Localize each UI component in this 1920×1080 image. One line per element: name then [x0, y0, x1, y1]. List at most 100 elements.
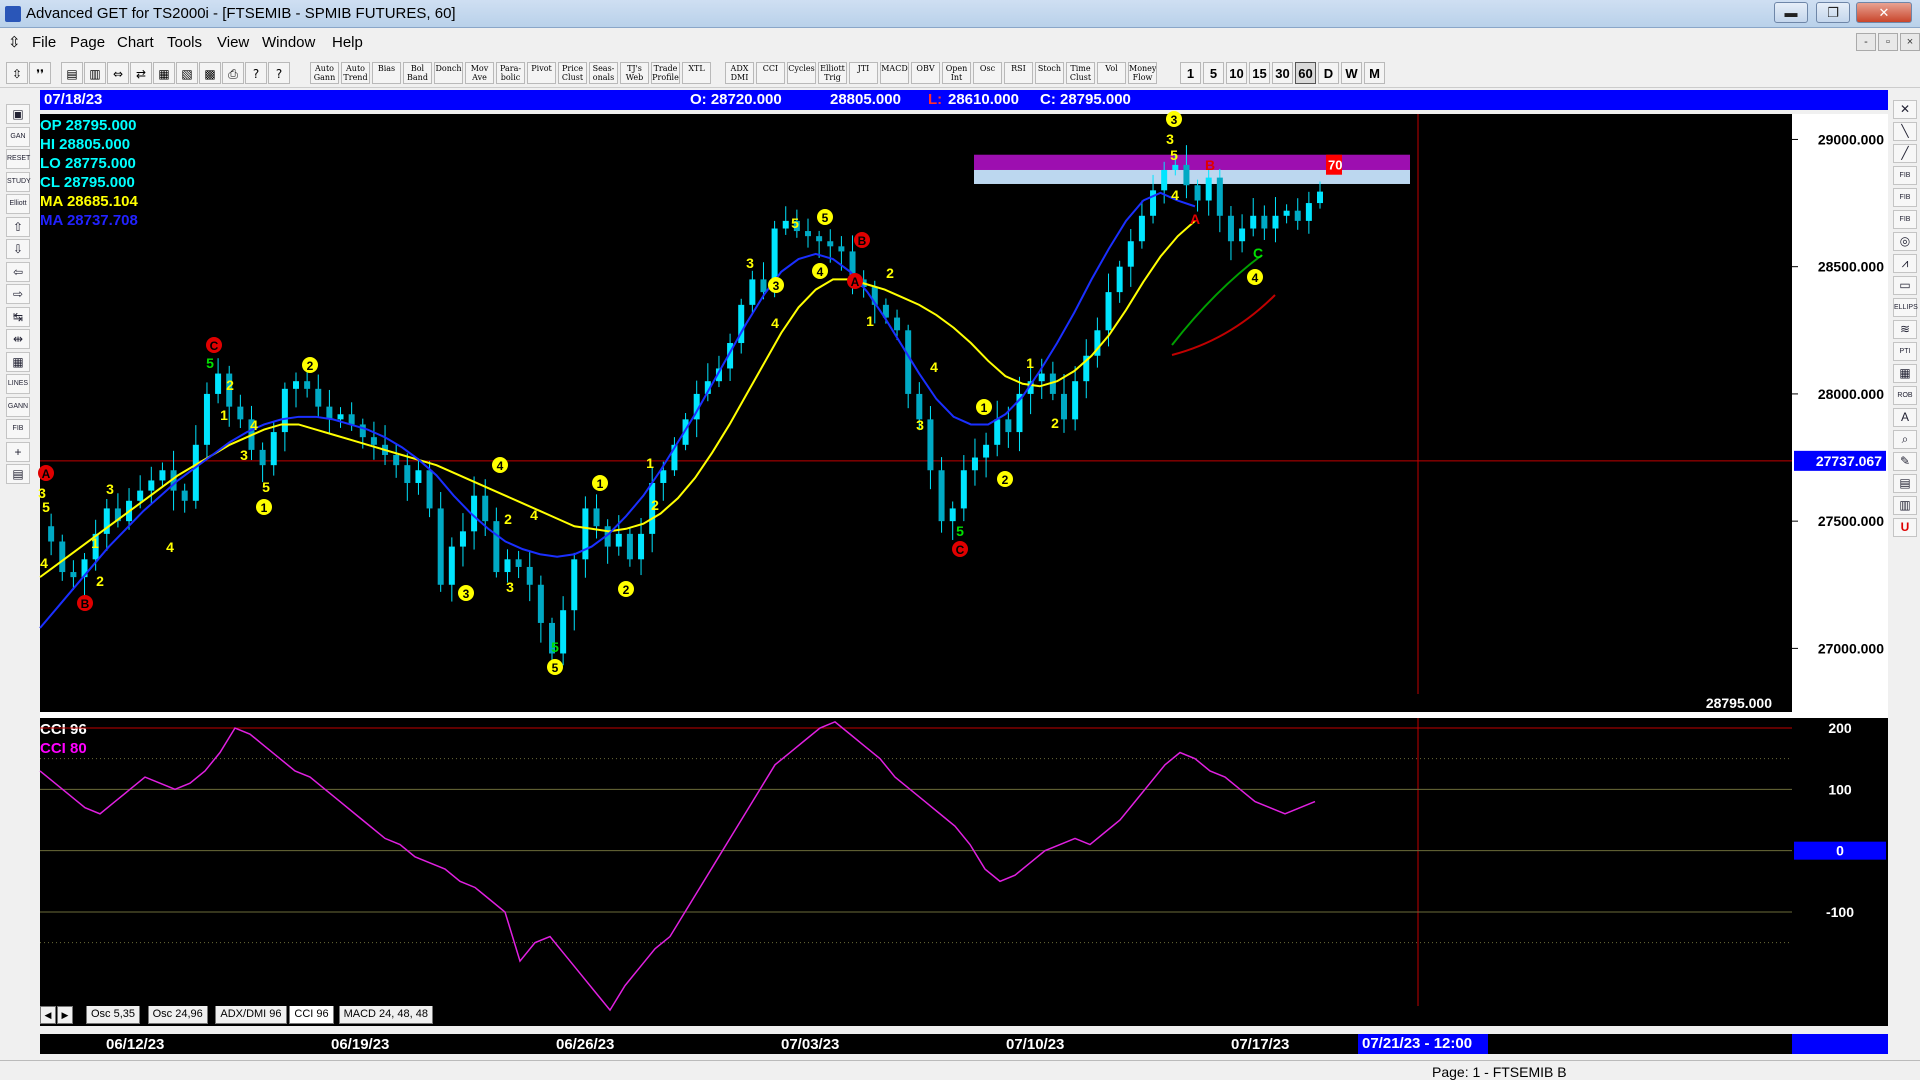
date-label-0: 06/12/23: [106, 1036, 165, 1053]
candle-body: [760, 279, 767, 293]
wave-label: 5: [42, 499, 50, 515]
candle-body: [1150, 190, 1157, 216]
wave-label: 5: [552, 661, 559, 675]
date-label-1: 06/19/23: [331, 1036, 390, 1053]
candle-body: [192, 444, 199, 501]
candle-body: [1061, 393, 1067, 420]
candle-body: [838, 246, 845, 252]
candle-body: [582, 508, 589, 560]
cci-panel-bg: [40, 718, 1792, 1026]
wave-label: 3: [773, 279, 780, 293]
wave-label: 5: [206, 355, 214, 371]
candle-body: [615, 533, 622, 547]
wave-label: 2: [651, 497, 659, 513]
cci-label-1: CCI 80: [40, 740, 87, 757]
study-tab-3[interactable]: CCI 96: [289, 1006, 334, 1024]
resistance-band-lower: [974, 169, 1410, 184]
study-tab-4[interactable]: MACD 24, 48, 48: [338, 1006, 433, 1024]
candle-body: [148, 480, 155, 491]
wave-label: C: [1253, 245, 1263, 261]
candle-body: [983, 444, 990, 458]
cci-tick-label: 100: [1828, 781, 1852, 797]
wave-label: 4: [1171, 187, 1179, 203]
date-axis-filler: [1792, 1034, 1888, 1054]
panel-divider: [40, 712, 1888, 718]
candle-body: [48, 526, 55, 542]
chart-canvas[interactable]: 70 A354B1234C5214351242 433551212335 54BA2…: [0, 0, 1920, 1060]
wave-label: 5: [791, 215, 799, 231]
study-tab-2[interactable]: ADX/DMI 96: [215, 1006, 287, 1024]
wave-label: 2: [1051, 415, 1059, 431]
candle-body: [816, 236, 823, 242]
status-bar: Page: 1 - FTSEMIB B: [0, 1060, 1920, 1080]
candle-body: [237, 406, 244, 420]
candle-body: [315, 388, 322, 407]
wave-label: 3: [506, 579, 514, 595]
candle-body: [515, 559, 522, 567]
candle-body: [203, 393, 210, 445]
wave-label: A: [851, 275, 860, 289]
candle-body: [994, 419, 1001, 445]
wave-label: 4: [817, 265, 824, 279]
wave-label: 1: [866, 313, 874, 329]
date-label-4: 07/10/23: [1006, 1036, 1065, 1053]
tab-prev-button[interactable]: ◀: [40, 1006, 56, 1024]
candle-body: [949, 508, 956, 522]
candle-body: [827, 241, 834, 247]
band-label: 70: [1328, 158, 1342, 173]
wave-label: 1: [91, 535, 99, 551]
candle-body: [1138, 215, 1145, 242]
wave-label: 2: [307, 359, 314, 373]
candle-body: [1294, 210, 1301, 221]
study-tab-1[interactable]: Osc 24,96: [147, 1006, 208, 1024]
wave-label: B: [858, 234, 867, 248]
candle-body: [1116, 266, 1123, 293]
wave-label: 2: [96, 573, 104, 589]
wave-label: 4: [250, 417, 258, 433]
price-axis-bg: [1792, 114, 1888, 712]
candle-body: [270, 432, 277, 466]
wave-label: 4: [497, 459, 504, 473]
candle-body: [571, 559, 578, 611]
candle-body: [905, 330, 912, 394]
wave-label: 3: [463, 587, 470, 601]
candle-body: [660, 470, 667, 483]
wave-label: 3: [106, 481, 114, 497]
tab-next-button[interactable]: ▶: [57, 1006, 73, 1024]
candle-body: [1305, 203, 1312, 221]
ohlc-label-3: CL 28795.000: [40, 174, 135, 191]
candle-body: [215, 373, 222, 394]
candle-body: [1216, 177, 1223, 216]
candle-body: [1038, 373, 1045, 382]
candle-body: [370, 437, 377, 445]
wave-label: 1: [220, 407, 228, 423]
date-label-5: 07/17/23: [1231, 1036, 1290, 1053]
candle-body: [181, 490, 188, 501]
date-label-3: 07/03/23: [781, 1036, 840, 1053]
cci-axis-bg: [1792, 718, 1888, 1026]
candle-body: [960, 470, 967, 509]
cursor-price-label: 27737.067: [1816, 453, 1882, 469]
candle-body: [1261, 215, 1268, 229]
candle-body: [1105, 292, 1112, 331]
cci-tick-label: 200: [1828, 720, 1852, 736]
candle-body: [1205, 177, 1212, 201]
candle-body: [1172, 164, 1179, 170]
candle-body: [749, 279, 756, 305]
candle-body: [159, 470, 166, 481]
candle-body: [1194, 185, 1201, 201]
price-tick-label: 27000.000: [1818, 640, 1884, 656]
study-tab-0[interactable]: Osc 5,35: [86, 1006, 141, 1024]
wave-label: 2: [886, 265, 894, 281]
cci-tick-label: -100: [1826, 904, 1854, 920]
wave-label: 4: [771, 315, 779, 331]
candle-body: [448, 546, 455, 585]
candle-body: [916, 393, 923, 420]
wave-label: 5: [1170, 147, 1178, 163]
wave-label: B: [81, 597, 90, 611]
candle-body: [493, 521, 500, 573]
wave-label: 1: [1026, 355, 1034, 371]
candle-body: [1272, 215, 1279, 229]
wave-label: 5: [551, 639, 559, 655]
candle-body: [70, 572, 77, 578]
